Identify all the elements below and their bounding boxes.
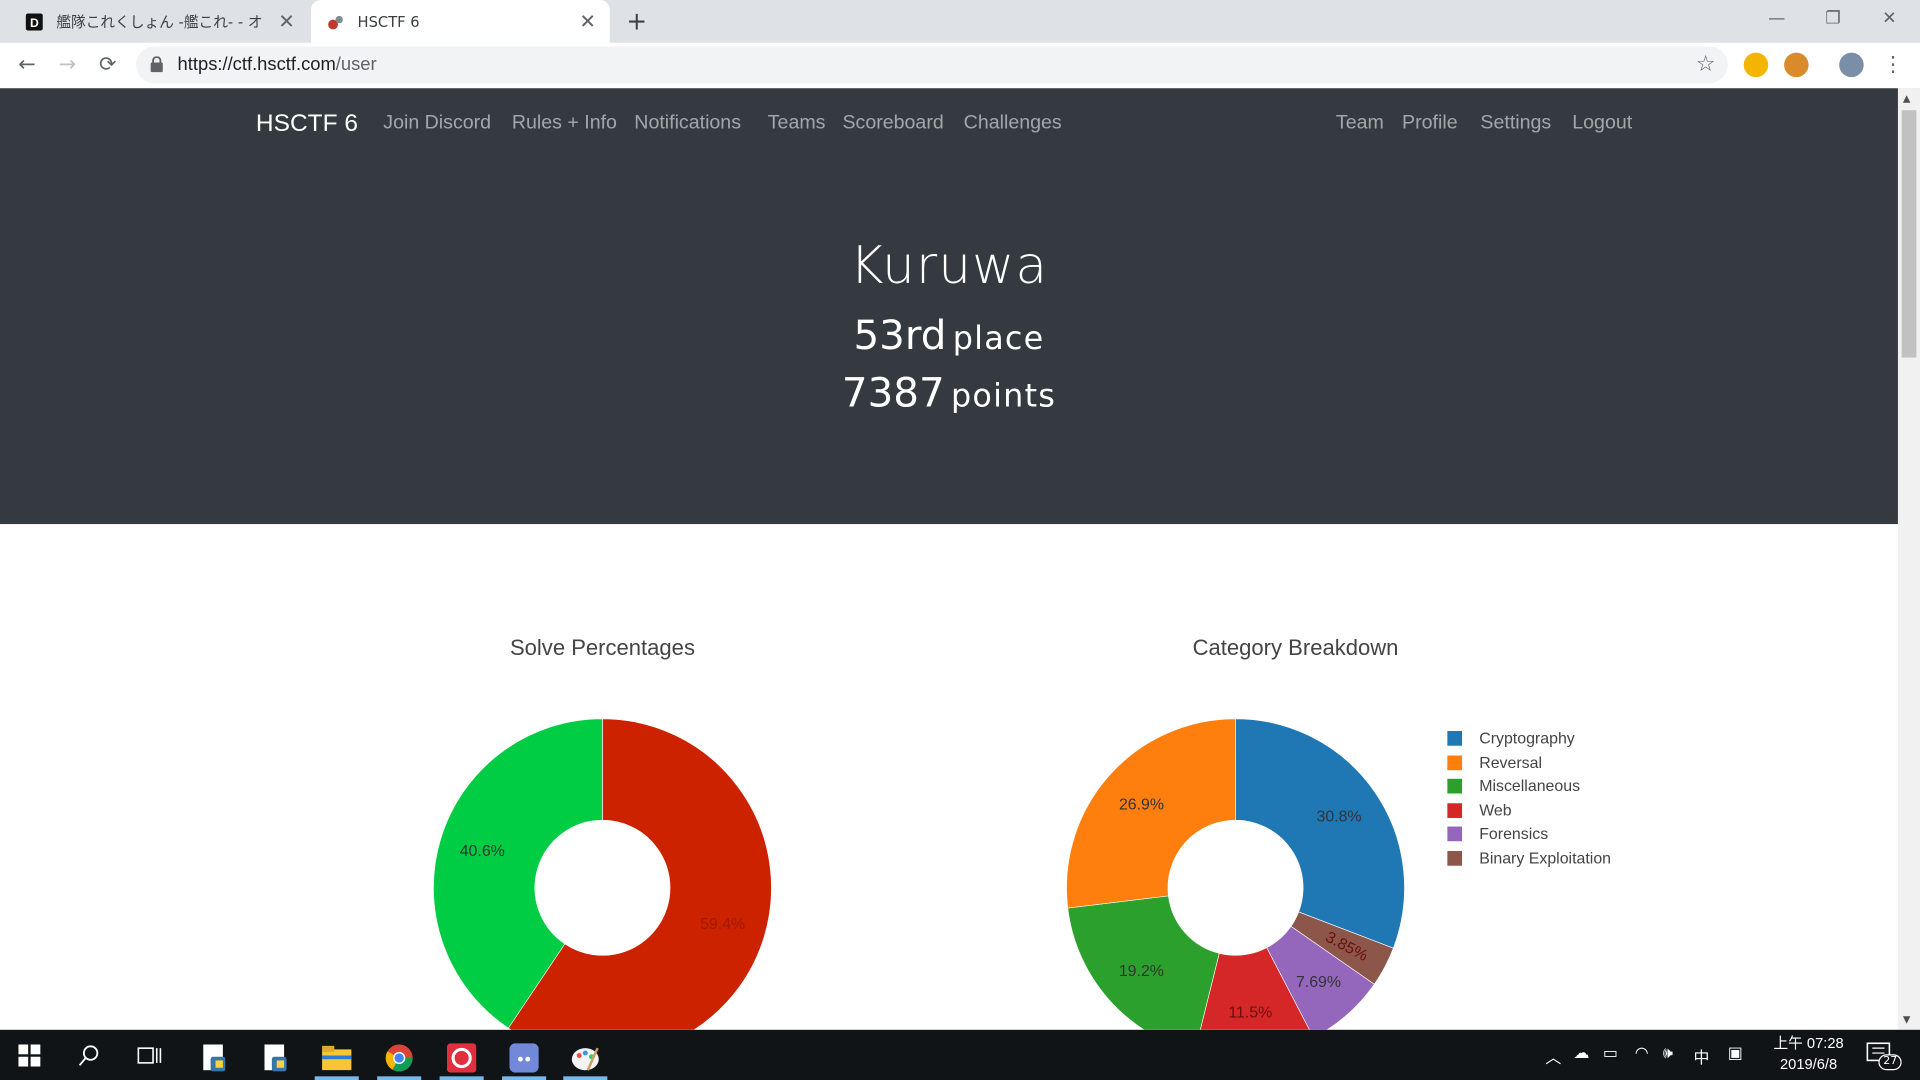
wifi-icon[interactable]: ◠ [1635,1044,1649,1062]
forward-button[interactable]: → [53,50,82,79]
category-breakdown-donut[interactable]: 30.8%3.85%7.69%11.5%19.2%26.9% [1066,718,1405,1030]
cookie-extension-icon[interactable] [1784,52,1809,78]
clock-time: 上午 07:28 [1773,1034,1844,1052]
tab-hsctf[interactable]: HSCTF 6 ✕ [311,0,610,43]
search-icon[interactable] [75,1041,104,1070]
python-file-icon[interactable] [190,1036,239,1080]
battery-icon[interactable]: ▭ [1603,1044,1618,1062]
slice-label: 19.2% [1119,963,1164,980]
onedrive-icon[interactable]: ☁ [1573,1044,1589,1062]
pie-slice-cryptography[interactable] [1235,718,1405,949]
system-clock[interactable]: 上午 07:28 2019/6/8 [1763,1033,1854,1075]
windows-start-icon[interactable] [15,1041,44,1070]
extension-icon[interactable] [1743,52,1769,78]
close-icon[interactable]: ✕ [573,10,602,33]
browser-toolbar: ← → ⟳ https://ctf.hsctf.com/user ☆ ⋮ [0,42,1920,90]
menu-icon[interactable]: ⋮ [1878,50,1907,79]
python-file-2-icon[interactable] [251,1036,300,1080]
svg-text:D: D [30,15,39,29]
tab-title: 艦隊これくしょん -艦これ- - オ [56,13,263,31]
windows-taskbar: ︿ ☁ ▭ ◠ 🕪 中 ▣ 上午 07:28 2019/6/8 27 [0,1029,1920,1080]
clock-date: 2019/6/8 [1779,1055,1838,1073]
screen: D 艦隊これくしょん -艦これ- - オ ✕ HSCTF 6 ✕ + — ❐ ✕… [0,0,1920,1080]
paint-icon[interactable] [561,1036,610,1080]
scroll-down-arrow[interactable]: ▼ [1903,1014,1911,1025]
slice-label: 59.4% [700,916,745,933]
notification-count-badge: 27 [1878,1054,1903,1071]
scrollbar-thumb[interactable] [1901,110,1917,358]
url-text: https://ctf.hsctf.com/user [177,53,377,75]
hsctf-icon [326,12,346,32]
solve-percentages-donut[interactable]: 59.4% 40.6% [433,718,772,1030]
lock-icon [150,56,163,73]
legend-label: Binary Exploitation [1479,847,1612,867]
legend-swatch [1447,850,1463,866]
tab-strip: D 艦隊これくしょん -艦これ- - オ ✕ HSCTF 6 ✕ + — ❐ ✕ [0,0,1920,43]
legend-label: Web [1479,800,1512,819]
legend-swatch [1447,731,1463,746]
page-content: HSCTF 6 Join Discord Rules + Info Notifi… [0,88,1898,1030]
minimize-button[interactable]: — [1749,0,1805,39]
pie-slice-reversal[interactable] [1066,718,1236,909]
volume-icon[interactable]: 🕪 [1663,1044,1673,1062]
bookmark-star-icon[interactable]: ☆ [1696,51,1716,77]
ime-mode-icon[interactable]: ▣ [1728,1044,1743,1062]
address-bar[interactable]: https://ctf.hsctf.com/user ☆ [135,46,1728,84]
legend-swatch [1447,802,1463,818]
tab-kancolle[interactable]: D 艦隊これくしょん -艦これ- - オ ✕ [10,0,309,43]
chrome-icon[interactable] [375,1036,424,1080]
slice-label: 30.8% [1316,808,1361,825]
ida-pro-icon[interactable] [437,1036,486,1080]
legend-label: Cryptography [1479,728,1575,747]
file-explorer-icon[interactable] [312,1036,361,1080]
charts-canvas: 59.4%40.6%30.8%3.85%7.69%11.5%19.2%26.9% [433,718,1405,1030]
tab-title: HSCTF 6 [357,12,420,31]
legend-swatch [1447,754,1463,770]
ime-indicator[interactable]: 中 [1693,1044,1709,1067]
slice-label: 40.6% [460,843,505,860]
slice-label: 7.69% [1296,974,1341,991]
legend-swatch [1447,778,1463,794]
close-window-button[interactable]: ✕ [1861,0,1917,39]
close-icon[interactable]: ✕ [272,10,301,33]
profile-avatar[interactable] [1839,52,1864,78]
action-center-icon[interactable]: 27 [1866,1042,1903,1071]
scroll-up-arrow[interactable]: ▲ [1903,93,1911,104]
legend-swatch [1447,826,1463,842]
slice-label: 26.9% [1119,796,1164,813]
slice-label: 11.5% [1228,1004,1272,1021]
legend-label: Miscellaneous [1479,776,1581,795]
back-button[interactable]: ← [12,50,41,79]
page-scrollbar[interactable]: ▲ ▼ [1897,88,1920,1030]
new-tab-button[interactable]: + [622,6,651,35]
legend-label: Reversal [1479,752,1543,771]
discord-icon[interactable] [500,1036,549,1080]
show-hidden-icons-chevron-icon[interactable]: ︿ [1545,1044,1561,1067]
restore-button[interactable]: ❐ [1805,0,1861,39]
legend-label: Forensics [1479,824,1549,843]
task-view-icon[interactable] [135,1041,164,1070]
reload-button[interactable]: ⟳ [93,50,122,79]
dmm-icon: D [24,12,44,32]
